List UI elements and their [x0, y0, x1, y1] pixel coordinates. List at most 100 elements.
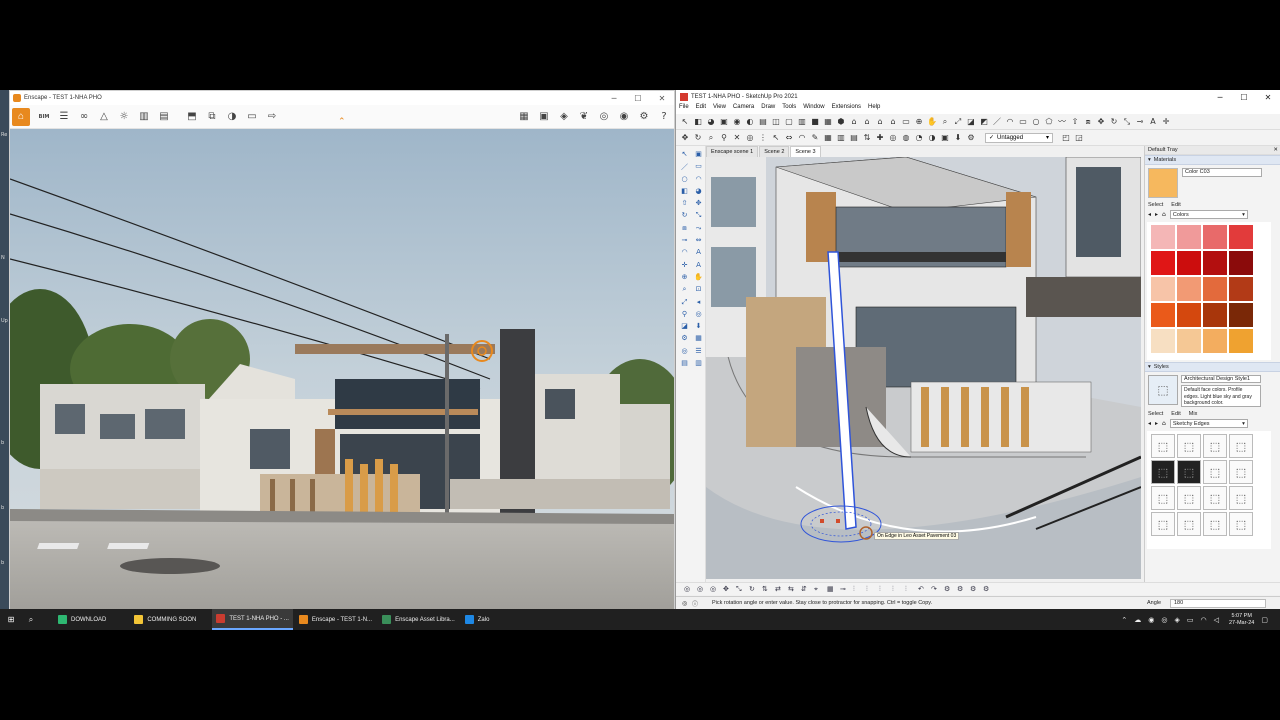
search-icon[interactable]: ⌕	[706, 133, 716, 143]
menu-view[interactable]: View	[713, 104, 726, 114]
back-icon[interactable]: ◂	[1148, 211, 1151, 218]
buildings-icon[interactable]: ▥	[136, 109, 152, 125]
enscape-render-viewport[interactable]	[10, 129, 674, 610]
volume-icon[interactable]: ◁	[1214, 616, 1219, 624]
tab-mix[interactable]: Mix	[1189, 411, 1198, 417]
style-thumbnail[interactable]: ⬚	[1203, 486, 1227, 510]
textured-icon[interactable]: ▦	[823, 117, 833, 127]
add-detail-icon[interactable]: ✚	[875, 133, 885, 143]
binoculars-icon[interactable]: ∞	[76, 109, 92, 125]
section-plane-icon[interactable]: ◪	[966, 117, 976, 127]
color-swatch[interactable]	[1151, 303, 1175, 327]
close-icon[interactable]: ✕	[1273, 147, 1278, 153]
circle-icon[interactable]: ○	[678, 175, 691, 187]
zoom-window-icon[interactable]: ⊡	[692, 285, 705, 297]
menu-edit[interactable]: Edit	[696, 104, 706, 114]
layout-icon[interactable]: ▣	[940, 133, 950, 143]
stamp-icon[interactable]: ▥	[836, 133, 846, 143]
style-thumbnail[interactable]: ⬚	[1229, 434, 1253, 458]
tab-scene-1[interactable]: Enscape scene 1	[706, 146, 759, 157]
minimize-button[interactable]: ─	[1208, 93, 1232, 102]
tab-scene-2[interactable]: Scene 2	[759, 146, 790, 157]
color-swatch[interactable]	[1229, 225, 1253, 249]
tag-dropdown[interactable]: ✓ Untagged ▾	[985, 132, 1053, 143]
rectangle-icon[interactable]: ▭	[1018, 117, 1028, 127]
select-icon[interactable]: ↖	[680, 117, 690, 127]
color-swatch[interactable]	[1203, 329, 1227, 353]
clapperboard-icon[interactable]: ▤	[156, 109, 172, 125]
geo-location-icon[interactable]: ◎	[682, 600, 687, 607]
menu-draw[interactable]: Draw	[761, 104, 775, 114]
component-icon[interactable]: ▣	[692, 150, 705, 162]
polygon-icon[interactable]: ⬠	[1044, 117, 1054, 127]
align-icon[interactable]: ⫶	[879, 585, 889, 594]
forward-icon[interactable]: ▸	[1155, 211, 1158, 218]
previous-icon[interactable]: ◂	[692, 298, 705, 310]
gear-icon[interactable]: ⚙	[944, 585, 954, 593]
walk-icon[interactable]: ⚲	[678, 310, 691, 322]
align-icon[interactable]: ⫶	[853, 585, 863, 594]
section-icon[interactable]: ◎	[710, 585, 720, 593]
solid-split-icon[interactable]: ◑	[927, 133, 937, 143]
arc-icon[interactable]: ◠	[1005, 117, 1015, 127]
eraser-icon[interactable]: ◧	[678, 187, 691, 199]
label-icon[interactable]: ✎	[810, 133, 820, 143]
xray-icon[interactable]: ◫	[771, 117, 781, 127]
materials-section-header[interactable]: ▾ Materials	[1145, 155, 1280, 165]
camera-icon[interactable]: ◉	[732, 117, 742, 127]
home-icon[interactable]: ⌂	[1162, 420, 1166, 427]
gear-icon[interactable]: ⚙	[970, 585, 980, 593]
arrow-icon[interactable]: ⇆	[788, 585, 798, 593]
line-icon[interactable]: ／	[678, 162, 691, 174]
freehand-icon[interactable]: 〰	[1057, 117, 1067, 127]
gear-icon[interactable]: ⚙	[636, 109, 652, 125]
back-icon[interactable]: ◂	[1148, 420, 1151, 427]
rotate-icon[interactable]: ↻	[749, 585, 759, 593]
tab-edit[interactable]: Edit	[1171, 411, 1180, 417]
style-thumbnail[interactable]: ⬚	[1177, 486, 1201, 510]
grid-icon[interactable]: ▦	[827, 585, 837, 593]
search-icon[interactable]: ⌕	[22, 615, 40, 625]
flip-icon[interactable]: ⇅	[862, 133, 872, 143]
tab-edit[interactable]: Edit	[1171, 202, 1180, 208]
zoom-icon[interactable]: ⌕	[678, 285, 691, 297]
menu-window[interactable]: Window	[803, 104, 824, 114]
clock[interactable]: 5:07 PM 27-Mar-24	[1229, 613, 1254, 627]
gear-icon[interactable]: ⚙	[983, 585, 993, 593]
move-icon[interactable]: ✥	[1096, 117, 1106, 127]
top-view-icon[interactable]: ⌂	[849, 117, 859, 127]
tab-select[interactable]: Select	[1148, 411, 1163, 417]
minimize-button[interactable]: ─	[602, 94, 626, 103]
text-icon[interactable]: A	[1148, 117, 1158, 127]
arrow-icon[interactable]: ⇵	[801, 585, 811, 593]
eraser-icon[interactable]: ◧	[693, 117, 703, 127]
sun-icon[interactable]: ☼	[116, 109, 132, 125]
color-swatch[interactable]	[1177, 303, 1201, 327]
wifi-icon[interactable]: ◠	[1201, 616, 1207, 624]
pan-icon[interactable]: ✋	[692, 273, 705, 285]
select-icon[interactable]: ↖	[771, 133, 781, 143]
color-swatch[interactable]	[1177, 277, 1201, 301]
orbit-icon[interactable]: ⊕	[914, 117, 924, 127]
cloud-icon[interactable]: ☁	[1134, 616, 1141, 624]
fog-icon[interactable]: ▤	[758, 117, 768, 127]
export-icon[interactable]: ⇨	[264, 109, 280, 125]
style-name-field[interactable]: Architectural Design Style1	[1181, 375, 1261, 383]
sandbox-icon[interactable]: ▦	[823, 133, 833, 143]
color-swatch[interactable]	[1177, 251, 1201, 275]
scale-icon[interactable]: ⤡	[736, 585, 746, 594]
style-description-field[interactable]: Default face colors. Profile edges. Ligh…	[1181, 385, 1261, 407]
taskbar-item-enscape[interactable]: Enscape - TEST 1-N...	[295, 609, 376, 630]
pushpull-icon[interactable]: ⇧	[678, 199, 691, 211]
ruler-icon[interactable]: ⊸	[840, 585, 850, 593]
style-thumbnail[interactable]: ⬚	[1177, 512, 1201, 536]
protractor-icon[interactable]: ◠	[678, 248, 691, 260]
solid-trim-icon[interactable]: ◔	[914, 133, 924, 143]
drape-icon[interactable]: ▤	[849, 133, 859, 143]
sandbox-icon[interactable]: ▦	[692, 334, 705, 346]
color-swatch[interactable]	[1151, 225, 1175, 249]
footprint-icon[interactable]: ⋮	[758, 133, 768, 143]
color-swatch[interactable]	[1151, 329, 1175, 353]
close-button[interactable]: ✕	[650, 94, 674, 103]
color-by-tag-icon[interactable]: ◲	[1074, 133, 1084, 143]
